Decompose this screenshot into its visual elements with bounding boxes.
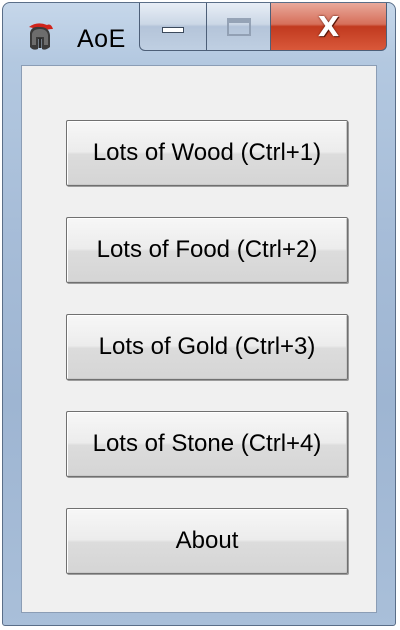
lots-of-stone-button[interactable]: Lots of Stone (Ctrl+4) [66,411,348,477]
maximize-icon [226,17,251,36]
caption-buttons: X [139,3,387,53]
client-area: Lots of Wood (Ctrl+1) Lots of Food (Ctrl… [21,65,377,613]
app-window: AoE X Lots of Wood (Ctrl+1) Lots of Food… [2,2,396,626]
about-button[interactable]: About [66,508,348,574]
close-button[interactable]: X [271,3,387,51]
lots-of-gold-button[interactable]: Lots of Gold (Ctrl+3) [66,314,348,380]
close-icon: X [317,9,340,43]
window-title: AoE [77,25,126,53]
minimize-button[interactable] [139,3,207,51]
spartan-helmet-icon [29,23,53,50]
lots-of-food-button[interactable]: Lots of Food (Ctrl+2) [66,217,348,283]
title-bar[interactable]: AoE X [3,3,395,61]
maximize-button[interactable] [207,3,271,51]
lots-of-wood-button[interactable]: Lots of Wood (Ctrl+1) [66,120,348,186]
minimize-icon [162,26,184,33]
